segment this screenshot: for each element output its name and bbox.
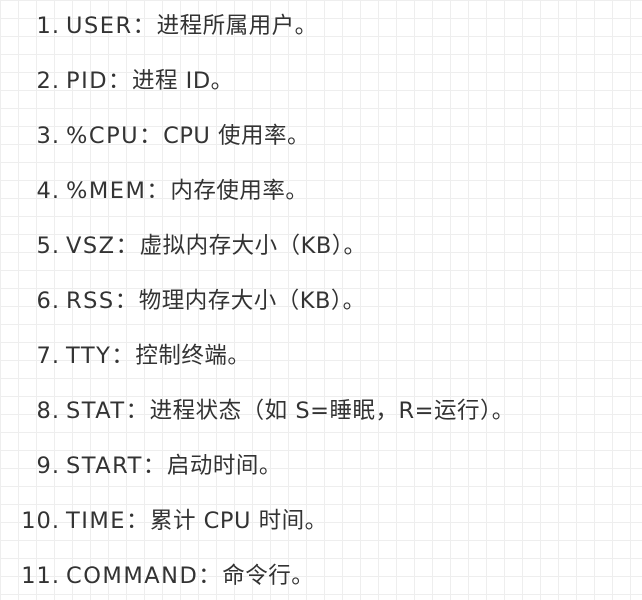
field-name: STAT： (66, 398, 150, 424)
field-name: VSZ： (66, 233, 140, 259)
list-item: 6. RSS：物理内存大小（KB）。 (0, 284, 366, 318)
field-description: CPU 使用率。 (163, 123, 311, 149)
field-name: USER： (66, 13, 157, 39)
item-number: 7. (36, 343, 60, 369)
field-name: TIME： (66, 508, 151, 534)
list-item: 2. PID：进程 ID。 (0, 64, 234, 98)
field-name: %MEM： (66, 178, 171, 204)
item-number: 5. (36, 233, 60, 259)
field-description: 虚拟内存大小（KB）。 (139, 233, 367, 259)
field-description: 进程 ID。 (132, 68, 234, 94)
list-item: 10. TIME：累计 CPU 时间。 (0, 504, 328, 538)
list-item: 1. USER：进程所属用户。 (0, 9, 318, 43)
item-number: 10. (21, 508, 60, 534)
field-name: START： (66, 453, 167, 479)
item-number: 8. (36, 398, 60, 424)
item-number: 2. (36, 68, 60, 94)
field-name: RSS： (66, 288, 139, 314)
field-name: COMMAND： (66, 563, 223, 589)
item-number: 3. (36, 123, 60, 149)
field-description: 启动时间。 (166, 453, 282, 479)
list-item: 5. VSZ：虚拟内存大小（KB）。 (0, 229, 367, 263)
field-name: PID： (66, 68, 133, 94)
list-item: 4. %MEM：内存使用率。 (0, 174, 308, 208)
list-item: 9. START：启动时间。 (0, 449, 282, 483)
ps-fields-list: 1. USER：进程所属用户。 2. PID：进程 ID。 3. %CPU：CPU 使… (0, 0, 642, 600)
item-number: 9. (36, 453, 60, 479)
list-item: 11. COMMAND：命令行。 (0, 559, 314, 593)
field-description: 命令行。 (222, 563, 315, 589)
item-number: 6. (36, 288, 60, 314)
item-number: 1. (36, 13, 60, 39)
field-description: 进程所属用户。 (156, 13, 318, 39)
item-number: 4. (36, 178, 60, 204)
field-name: %CPU： (66, 123, 164, 149)
field-name: TTY： (66, 343, 136, 369)
field-description: 物理内存大小（KB）。 (138, 288, 366, 314)
item-number: 11. (21, 563, 60, 589)
field-description: 内存使用率。 (170, 178, 309, 204)
list-item: 8. STAT：进程状态（如 S=睡眠，R=运行）。 (0, 394, 515, 428)
field-description: 累计 CPU 时间。 (150, 508, 328, 534)
list-item: 7. TTY：控制终端。 (0, 339, 250, 373)
list-item: 3. %CPU：CPU 使用率。 (0, 119, 310, 153)
field-description: 控制终端。 (135, 343, 251, 369)
field-description: 进程状态（如 S=睡眠，R=运行）。 (149, 398, 515, 424)
